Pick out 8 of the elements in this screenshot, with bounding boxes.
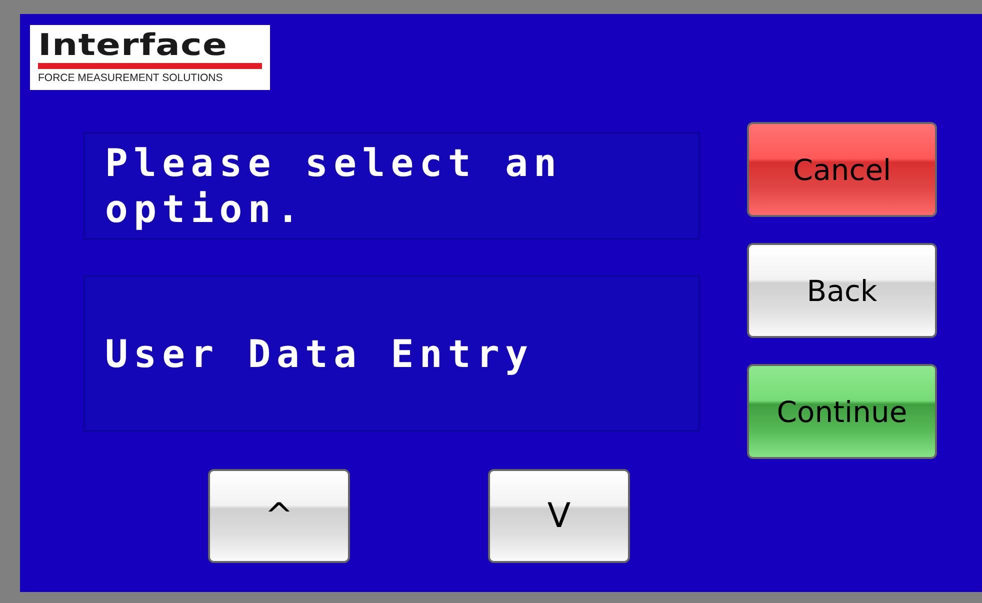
neutral-button[interactable]: Back	[747, 243, 937, 338]
confirm-button[interactable]: Continue	[747, 364, 937, 459]
option-text: User Data Entry	[105, 332, 534, 376]
up-button[interactable]: ^	[208, 469, 350, 563]
down-button[interactable]: V	[488, 469, 630, 563]
cancel-button[interactable]: Cancel	[747, 122, 937, 217]
company-logo: Interface FORCE MEASUREMENT SOLUTIONS	[30, 25, 270, 90]
prompt-text: Please select an option.	[105, 140, 564, 232]
